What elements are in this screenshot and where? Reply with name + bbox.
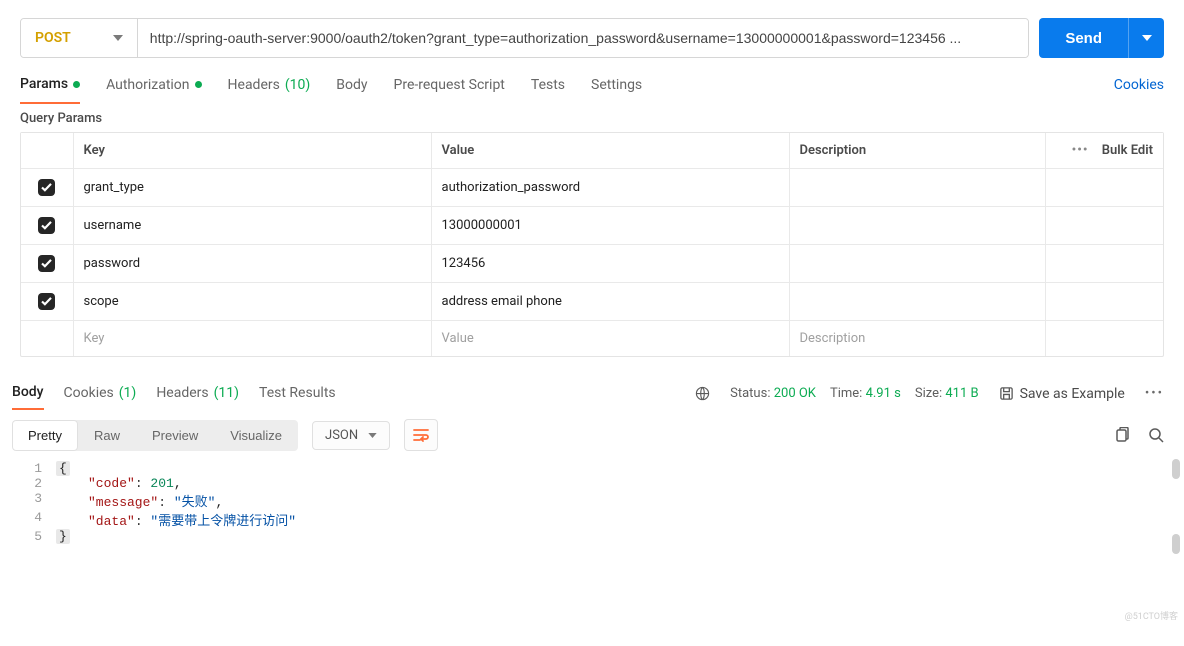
search-icon[interactable] (1148, 427, 1164, 443)
resp-tab-headers[interactable]: Headers (11) (156, 379, 239, 409)
table-row: grant_typeauthorization_password (21, 169, 1163, 207)
viewmode-raw[interactable]: Raw (78, 420, 136, 451)
query-params-heading: Query Params (20, 111, 1164, 126)
viewmode-pretty[interactable]: Pretty (12, 420, 78, 451)
table-row-empty: KeyValueDescription (21, 321, 1163, 357)
table-row: password123456 (21, 245, 1163, 283)
col-value: Value (431, 133, 789, 169)
tab-headers[interactable]: Headers (10) (228, 77, 311, 103)
code-line: } (56, 529, 70, 544)
language-label: JSON (325, 428, 358, 443)
save-label: Save as Example (1020, 386, 1125, 402)
param-value[interactable]: address email phone (431, 283, 789, 321)
send-dropdown[interactable] (1128, 18, 1164, 58)
params-table: Key Value Description ••• Bulk Edit gran… (20, 132, 1164, 357)
line-number: 5 (28, 529, 56, 544)
param-key[interactable]: grant_type (73, 169, 431, 207)
tab-label: Headers (156, 385, 208, 401)
checkbox[interactable] (38, 179, 55, 196)
save-as-example[interactable]: Save as Example (999, 386, 1125, 402)
copy-icon[interactable] (1114, 427, 1130, 443)
resp-tab-cookies[interactable]: Cookies (1) (64, 379, 137, 409)
tab-body[interactable]: Body (336, 77, 367, 103)
watermark: @51CTO博客 (1125, 609, 1178, 622)
checkbox[interactable] (38, 293, 55, 310)
param-description[interactable] (789, 245, 1045, 283)
language-selector[interactable]: JSON (312, 421, 390, 450)
response-time: 4.91 s (866, 386, 901, 401)
tab-label: Authorization (106, 77, 189, 93)
headers-count: (11) (214, 385, 239, 401)
response-body: 1{2"code": 201,3"message": "失败",4"data":… (0, 459, 1184, 554)
line-number: 3 (28, 491, 56, 510)
line-number: 4 (28, 510, 56, 529)
cookies-count: (1) (119, 385, 137, 401)
save-icon (999, 386, 1014, 401)
tab-authorization[interactable]: Authorization (106, 77, 201, 103)
chevron-down-icon (368, 433, 377, 438)
param-key[interactable]: password (73, 245, 431, 283)
send-button[interactable]: Send (1039, 18, 1128, 58)
param-key[interactable]: scope (73, 283, 431, 321)
param-key[interactable]: username (73, 207, 431, 245)
param-value[interactable]: 123456 (431, 245, 789, 283)
param-description[interactable] (789, 207, 1045, 245)
viewmode-preview[interactable]: Preview (136, 420, 214, 451)
cookies-link[interactable]: Cookies (1114, 77, 1164, 103)
param-description[interactable] (789, 283, 1045, 321)
method-label: POST (35, 30, 71, 46)
tab-prerequest[interactable]: Pre-request Script (394, 77, 505, 103)
line-number: 2 (28, 476, 56, 491)
checkbox[interactable] (38, 217, 55, 234)
status-dot-icon (195, 81, 202, 88)
size-label: Size: (915, 386, 942, 401)
time-label: Time: (830, 386, 862, 401)
more-actions-icon[interactable]: ••• (1145, 386, 1164, 401)
param-key-input[interactable]: Key (73, 321, 431, 357)
response-size: 411 B (945, 386, 978, 401)
resp-tab-tests[interactable]: Test Results (259, 379, 336, 409)
wrap-lines-button[interactable] (404, 419, 438, 451)
more-columns-icon[interactable]: ••• (1072, 143, 1089, 158)
tab-label: Cookies (64, 385, 114, 401)
col-description: Description (789, 133, 1045, 169)
line-number: 1 (28, 461, 56, 476)
status-label: Status: (730, 386, 770, 401)
headers-count: (10) (285, 77, 310, 93)
tab-tests[interactable]: Tests (531, 77, 565, 103)
tab-label: Headers (228, 77, 280, 93)
url-input[interactable] (138, 19, 1029, 57)
checkbox[interactable] (38, 255, 55, 272)
method-selector[interactable]: POST (21, 19, 138, 57)
code-line: "code": 201, (56, 476, 182, 491)
chevron-down-icon (113, 35, 123, 41)
bulk-edit-link[interactable]: Bulk Edit (1102, 143, 1153, 158)
param-value-input[interactable]: Value (431, 321, 789, 357)
chevron-down-icon (1142, 35, 1152, 41)
table-row: scopeaddress email phone (21, 283, 1163, 321)
resp-tab-body[interactable]: Body (12, 378, 44, 410)
table-row: username13000000001 (21, 207, 1163, 245)
param-value[interactable]: authorization_password (431, 169, 789, 207)
code-line: "message": "失败", (56, 491, 223, 510)
status-dot-icon (73, 81, 80, 88)
status-code: 200 OK (774, 386, 816, 401)
tab-params[interactable]: Params (20, 76, 80, 104)
code-line: { (56, 461, 70, 476)
code-line: "data": "需要带上令牌进行访问" (56, 510, 296, 529)
viewmode-visualize[interactable]: Visualize (214, 420, 298, 451)
param-description-input[interactable]: Description (789, 321, 1045, 357)
param-value[interactable]: 13000000001 (431, 207, 789, 245)
tab-label: Params (20, 76, 68, 92)
tab-settings[interactable]: Settings (591, 77, 642, 103)
wrap-icon (413, 428, 429, 442)
col-key: Key (73, 133, 431, 169)
globe-icon[interactable] (695, 386, 710, 401)
param-description[interactable] (789, 169, 1045, 207)
